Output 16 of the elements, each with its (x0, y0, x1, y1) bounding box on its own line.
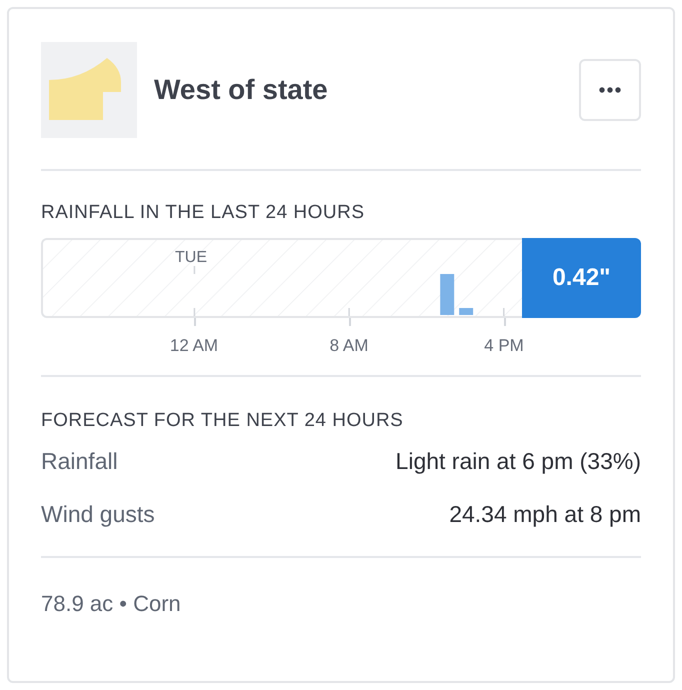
section-heading: FORECAST FOR THE NEXT 24 HOURS (41, 411, 404, 430)
ellipsis-icon (599, 86, 621, 92)
forecast-value: Light rain at 6 pm (33%) (396, 450, 641, 473)
day-label: TUE (175, 248, 207, 268)
axis-label: 12 AM (170, 335, 218, 357)
axis-label: 8 AM (330, 335, 368, 357)
more-options-button[interactable] (579, 58, 641, 120)
forecast-value: 24.34 mph at 8 pm (449, 503, 641, 526)
field-summary: 78.9 ac • Corn (41, 593, 182, 615)
forecast-label: Rainfall (41, 450, 118, 473)
section-heading: RAINFALL IN THE LAST 24 HOURS (41, 203, 366, 222)
axis-label: 4 PM (484, 335, 524, 357)
rainfall-total: 0.42" (522, 238, 641, 318)
field-title: West of state (154, 72, 328, 106)
forecast-label: Wind gusts (41, 503, 155, 526)
field-shape-icon (41, 42, 137, 138)
